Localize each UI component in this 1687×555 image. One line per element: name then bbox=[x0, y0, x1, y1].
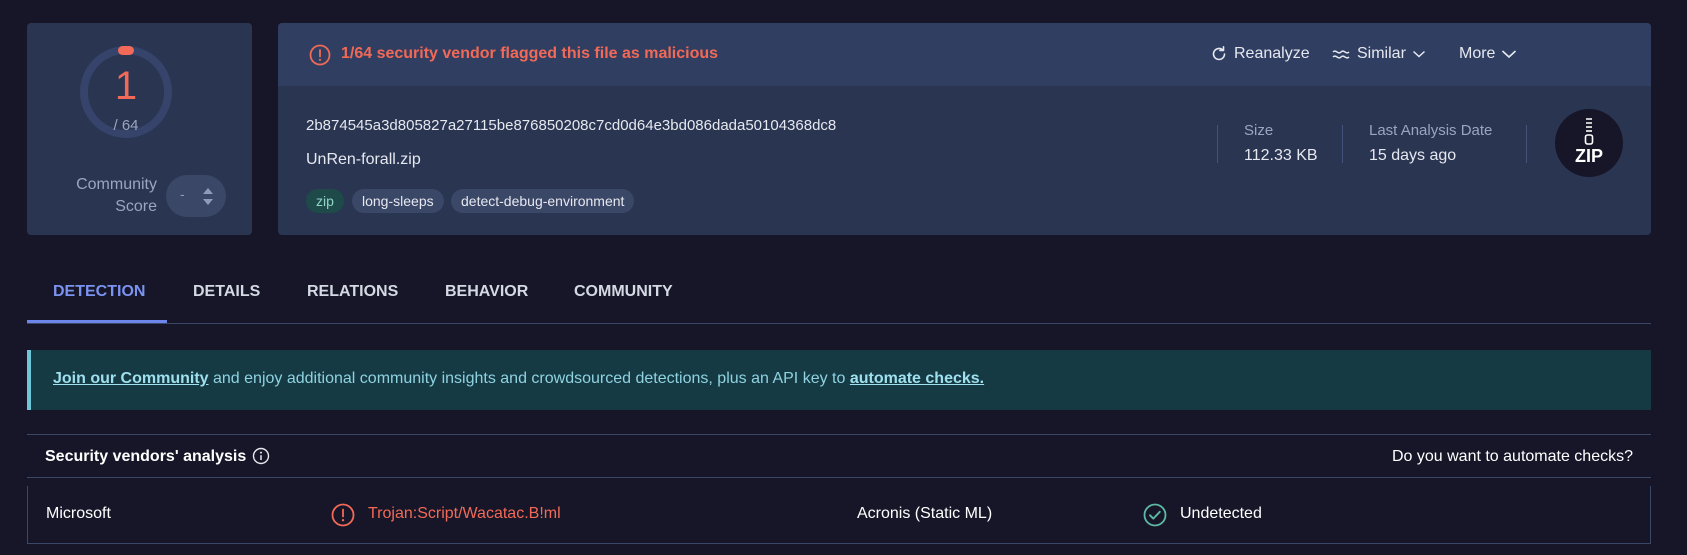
tab-relations[interactable]: RELATIONS bbox=[307, 283, 398, 301]
tab-detection[interactable]: DETECTION bbox=[53, 283, 145, 301]
community-banner: Join our Community and enjoy additional … bbox=[27, 350, 1651, 410]
tab-behavior[interactable]: BEHAVIOR bbox=[445, 283, 528, 301]
community-score-value: - bbox=[180, 186, 185, 202]
alert-bar: 1/64 security vendor flagged this file a… bbox=[278, 23, 1651, 86]
vendor-name: Acronis (Static ML) bbox=[857, 505, 993, 522]
community-score-stepper[interactable]: - bbox=[166, 175, 226, 217]
file-hash[interactable]: 2b874545a3d805827a27115be876850208c7cd0d… bbox=[306, 117, 836, 134]
automate-checks-prompt[interactable]: Do you want to automate checks? bbox=[1392, 448, 1633, 466]
file-type-badge: ZIP bbox=[1555, 109, 1623, 177]
tabs-divider bbox=[27, 323, 1651, 324]
chevron-up-icon[interactable] bbox=[203, 188, 213, 194]
vendor-result-undetected: Undetected bbox=[1180, 505, 1262, 522]
alert-circle-icon bbox=[309, 44, 331, 66]
malicious-alert-text: 1/64 security vendor flagged this file a… bbox=[341, 45, 719, 62]
chevron-down-icon[interactable] bbox=[203, 199, 213, 205]
file-summary-card: 1/64 security vendor flagged this file a… bbox=[278, 23, 1651, 235]
similar-dropdown[interactable]: Similar bbox=[1331, 45, 1426, 63]
size-label: Size bbox=[1244, 122, 1274, 139]
tag-zip[interactable]: zip bbox=[306, 189, 344, 213]
zipper-icon bbox=[1584, 118, 1594, 145]
tag-long-sleeps[interactable]: long-sleeps bbox=[352, 189, 444, 213]
banner-text: Join our Community and enjoy additional … bbox=[53, 370, 985, 387]
join-community-link[interactable]: Join our Community bbox=[53, 370, 209, 387]
alert-circle-icon bbox=[331, 503, 355, 527]
tab-details[interactable]: DETAILS bbox=[193, 283, 260, 301]
chevron-down-icon bbox=[1502, 50, 1517, 59]
detection-count: 1 bbox=[114, 64, 138, 108]
vendors-analysis-title: Security vendors' analysis bbox=[45, 448, 247, 465]
automate-checks-link[interactable]: automate checks. bbox=[850, 370, 984, 387]
info-icon[interactable] bbox=[252, 447, 270, 465]
file-name: UnRen-forall.zip bbox=[306, 151, 421, 168]
divider bbox=[1342, 125, 1343, 163]
last-analysis-date-label: Last Analysis Date bbox=[1369, 122, 1493, 139]
divider bbox=[1217, 125, 1218, 163]
tab-community[interactable]: COMMUNITY bbox=[574, 283, 673, 301]
vendor-result-malicious: Trojan:Script/Wacatac.B!ml bbox=[368, 505, 561, 522]
table-row: Microsoft Trojan:Script/Wacatac.B!ml Acr… bbox=[27, 486, 1651, 544]
active-tab-indicator bbox=[27, 320, 167, 323]
reanalyze-button[interactable]: Reanalyze bbox=[1210, 45, 1310, 63]
size-value: 112.33 KB bbox=[1244, 147, 1318, 164]
detection-total: / 64 bbox=[113, 117, 139, 134]
chevron-down-icon bbox=[1412, 50, 1425, 58]
community-score-label: Community Score bbox=[76, 176, 157, 215]
last-analysis-date-value: 15 days ago bbox=[1369, 147, 1457, 164]
refresh-icon bbox=[1212, 46, 1226, 61]
more-dropdown[interactable]: More bbox=[1459, 45, 1517, 63]
divider bbox=[1526, 125, 1527, 163]
vendor-name: Microsoft bbox=[46, 505, 111, 522]
similar-icon bbox=[1332, 50, 1350, 59]
check-circle-icon bbox=[1143, 503, 1167, 527]
tag-detect-debug-environment[interactable]: detect-debug-environment bbox=[451, 189, 635, 213]
file-type-label: ZIP bbox=[1574, 146, 1603, 166]
vendors-analysis-header: Security vendors' analysis Do you want t… bbox=[27, 434, 1651, 478]
